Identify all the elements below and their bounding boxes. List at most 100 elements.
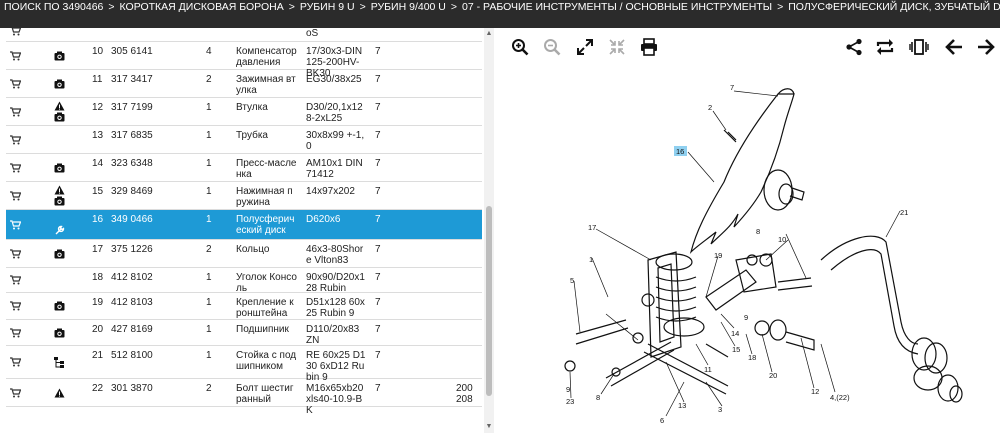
position-number: 13 — [92, 130, 104, 141]
cart-icon[interactable] — [10, 320, 24, 345]
warning-icon[interactable] — [54, 388, 65, 398]
breadcrumb-separator: > — [450, 1, 458, 13]
table-row[interactable]: 12 317 7199 1 Втулка D30/20,1x128-2xL25 7 — [6, 98, 482, 126]
zoom-out-icon[interactable] — [541, 36, 563, 58]
callout[interactable]: 12 — [811, 387, 819, 396]
share-icon[interactable] — [843, 36, 865, 58]
callout[interactable]: 4,(22) — [830, 393, 850, 402]
quantity: 1 — [206, 324, 212, 335]
cart-icon[interactable] — [10, 126, 24, 153]
callout[interactable]: 18 — [748, 353, 756, 362]
warning-icon[interactable] — [54, 101, 65, 111]
callout[interactable]: 23 — [566, 397, 574, 406]
callout[interactable]: 1 — [589, 255, 593, 264]
camera-icon[interactable] — [54, 112, 65, 122]
camera-icon[interactable] — [54, 249, 65, 259]
callout-selected[interactable]: 16 — [676, 147, 684, 156]
scroll-down-icon[interactable]: ▼ — [485, 423, 493, 431]
table-row[interactable]: 17 375 1226 2 Кольцо 46x3-80Shore Vlton83 7 — [6, 240, 482, 268]
table-row-selected[interactable]: 16 349 0466 1 Полусферический диск D620x6 7 — [6, 210, 482, 240]
table-row[interactable]: 14 323 6348 1 Пресс-масленка AM10x1 DIN71412… — [6, 154, 482, 182]
camera-icon[interactable] — [54, 301, 65, 311]
callout[interactable]: 15 — [732, 345, 740, 354]
camera-icon[interactable] — [54, 328, 65, 338]
callout[interactable]: 5 — [570, 276, 574, 285]
article-number: 375 1226 — [111, 244, 153, 255]
breadcrumb-item-current: ПОЛУСФЕРИЧЕСКИЙ ДИСК, ЗУБЧАТЫЙ D620X6 RU… — [788, 1, 1000, 13]
table-row-partial[interactable]: oS — [6, 28, 482, 42]
wrench-icon[interactable] — [54, 225, 65, 236]
callout[interactable]: 9 — [566, 385, 570, 394]
article-number: 305 6141 — [111, 46, 153, 57]
scrollbar[interactable]: ▲ ▼ — [484, 28, 494, 433]
cart-icon[interactable] — [10, 210, 24, 239]
expand-icon[interactable] — [574, 36, 596, 58]
breadcrumb-item[interactable]: РУБИН 9/400 U — [371, 1, 446, 13]
breadcrumb-separator: > — [108, 1, 115, 13]
callout[interactable]: 11 — [704, 365, 712, 374]
camera-icon[interactable] — [54, 79, 65, 89]
callout[interactable]: 8 — [756, 227, 760, 236]
part-spec: AM10x1 DIN71412 — [306, 158, 363, 180]
table-row[interactable]: 11 317 3417 2 Зажимная втулка EG30/38x25 7 — [6, 70, 482, 98]
article-number: 329 8469 — [111, 186, 153, 197]
cart-icon[interactable] — [10, 28, 24, 38]
table-row[interactable]: 10 305 6141 4 Компенсатор давления 17/30x3-D… — [6, 42, 482, 79]
scroll-up-icon[interactable]: ▲ — [485, 30, 493, 38]
callout[interactable]: 7 — [730, 83, 734, 92]
cart-icon[interactable] — [10, 240, 24, 267]
cart-icon[interactable] — [10, 268, 24, 292]
camera-icon[interactable] — [54, 214, 65, 224]
tree-icon[interactable] — [53, 356, 65, 368]
callout[interactable]: 17 — [588, 223, 596, 232]
callout[interactable]: 10 — [778, 235, 786, 244]
cart-icon[interactable] — [10, 98, 24, 125]
cart-icon[interactable] — [10, 346, 24, 378]
article-number: 317 7199 — [111, 102, 153, 113]
camera-icon[interactable] — [54, 196, 65, 206]
table-row[interactable]: 13 317 6835 1 Трубка 30x8x99 +-1,0 7 — [6, 126, 482, 154]
callout[interactable]: 20 — [769, 371, 777, 380]
table-row[interactable]: 21 512 8100 1 Стойка с подшипником RE 60x25 … — [6, 346, 482, 383]
breadcrumb-item[interactable]: РУБИН 9 U — [300, 1, 355, 13]
cart-icon[interactable] — [10, 70, 24, 97]
arrow-right-icon[interactable] — [975, 36, 997, 58]
callout[interactable]: 19 — [714, 251, 722, 260]
warning-icon[interactable] — [54, 185, 65, 195]
breadcrumb-separator: > — [359, 1, 366, 13]
callout[interactable]: 3 — [718, 405, 722, 414]
breadcrumb-item[interactable]: ПОИСК ПО 3490466 — [4, 1, 103, 13]
compress-icon[interactable] — [606, 36, 628, 58]
callout[interactable]: 14 — [731, 329, 739, 338]
scroll-thumb[interactable] — [486, 206, 492, 396]
carousel-icon[interactable] — [908, 36, 930, 58]
callout[interactable]: 13 — [678, 401, 686, 410]
cart-icon[interactable] — [10, 293, 24, 319]
table-row[interactable]: 20 427 8169 1 Подшипник D110/20x83 ZN 7 — [6, 320, 482, 346]
row-icons — [51, 154, 67, 181]
cart-icon[interactable] — [10, 379, 24, 406]
exploded-diagram[interactable]: 2 7 16 21 17 1 5 19 8 10 14 15 18 20 12 … — [556, 82, 996, 433]
breadcrumb-item[interactable]: КОРОТКАЯ ДИСКОВАЯ БОРОНА — [120, 1, 284, 13]
callout[interactable]: 21 — [900, 208, 908, 217]
callout[interactable]: 2 — [708, 103, 712, 112]
callout[interactable]: 6 — [660, 416, 664, 425]
column-x: 7 — [375, 102, 381, 113]
cart-icon[interactable] — [10, 154, 24, 181]
print-icon[interactable] — [638, 36, 660, 58]
camera-icon[interactable] — [54, 51, 65, 61]
column-x: 7 — [375, 74, 381, 85]
breadcrumb-item[interactable]: 07 - РАБОЧИЕ ИНСТРУМЕНТЫ / ОСНОВНЫЕ ИНСТ… — [462, 1, 772, 13]
zoom-in-icon[interactable] — [509, 36, 531, 58]
callout[interactable]: 9 — [744, 313, 748, 322]
arrow-left-icon[interactable] — [943, 36, 965, 58]
table-row[interactable]: 15 329 8469 1 Нажимная пружина 14x97x202 7 — [6, 182, 482, 210]
table-row[interactable]: 18 412 8102 1 Уголок Консоль 90x90/D20x128 R… — [6, 268, 482, 294]
repeat-icon[interactable] — [874, 36, 896, 58]
camera-icon[interactable] — [54, 163, 65, 173]
table-row[interactable]: 19 412 8103 1 Крепление кронштейна D51x128 6… — [6, 293, 482, 320]
cart-icon[interactable] — [10, 42, 24, 69]
callout[interactable]: 8 — [596, 393, 600, 402]
cart-icon[interactable] — [10, 182, 24, 209]
table-row[interactable]: 22 301 3870 2 Болт шестигранный M16x65xb20xl… — [6, 379, 482, 416]
